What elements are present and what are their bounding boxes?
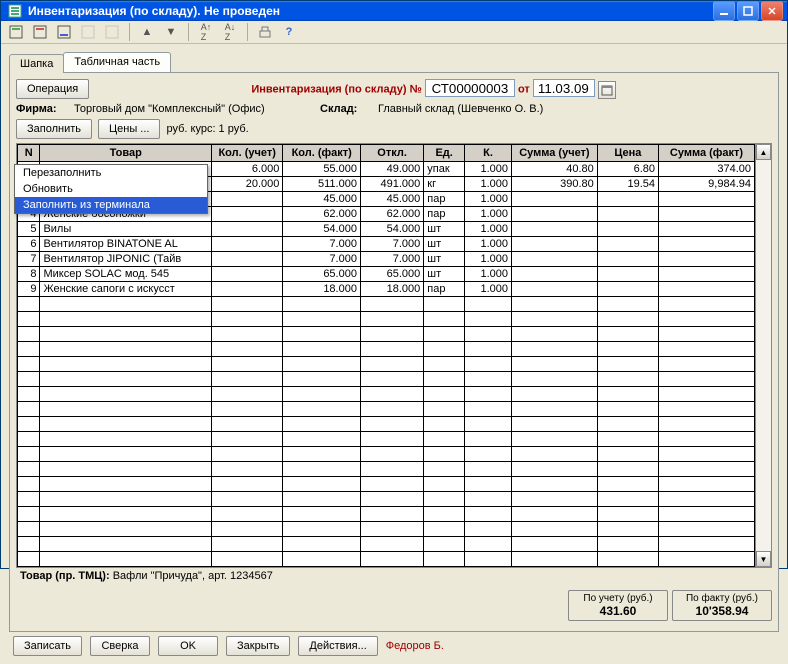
scroll-up-icon: ▲ xyxy=(756,144,771,160)
table-row[interactable] xyxy=(18,312,755,327)
window-title: Инвентаризация (по складу). Не проведен xyxy=(28,4,713,18)
col-header[interactable]: Цена xyxy=(597,145,658,162)
app-icon xyxy=(7,3,23,19)
sklad-label: Склад: xyxy=(320,103,372,115)
footer-item-value: Вафли "Причуда", арт. 1234567 xyxy=(113,570,273,582)
popup-item[interactable]: Обновить xyxy=(15,181,207,197)
tab-header[interactable]: Шапка xyxy=(9,54,64,73)
fill-dropdown: ПерезаполнитьОбновитьЗаполнить из термин… xyxy=(14,164,208,214)
table-row[interactable]: 5Вилы54.00054.000шт1.000 xyxy=(18,222,755,237)
actions-button[interactable]: Действия... xyxy=(298,636,377,656)
firma-label: Фирма: xyxy=(16,103,68,115)
ok-button[interactable]: OK xyxy=(158,636,218,656)
user-name: Федоров Б. xyxy=(386,640,444,652)
table-row[interactable] xyxy=(18,297,755,312)
body-area: Шапка Табличная часть Операция Инвентари… xyxy=(1,44,787,664)
tabs: Шапка Табличная часть xyxy=(9,50,779,72)
table-row[interactable] xyxy=(18,507,755,522)
tab-page: Операция Инвентаризация (по складу) № от… xyxy=(9,72,779,632)
write-button[interactable]: Записать xyxy=(13,636,82,656)
totals: По учету (руб.) 431.60 По факту (руб.) 1… xyxy=(16,590,772,621)
table-row[interactable] xyxy=(18,447,755,462)
table-row[interactable] xyxy=(18,432,755,447)
doc-number-input[interactable] xyxy=(425,79,515,97)
footer-item-label: Товар (пр. ТМЦ): xyxy=(20,570,110,582)
vertical-scrollbar[interactable]: ▲ ▼ xyxy=(755,144,771,567)
col-header[interactable]: Товар xyxy=(40,145,211,162)
rub-kurs: руб. курс: 1 руб. xyxy=(166,123,248,135)
doc-date-input[interactable] xyxy=(533,79,595,97)
table-row[interactable] xyxy=(18,357,755,372)
arrow-down-icon[interactable]: ▼ xyxy=(162,23,180,41)
bottom-bar: Записать Сверка OK Закрыть Действия... Ф… xyxy=(9,632,779,660)
item-footer: Товар (пр. ТМЦ): Вафли "Причуда", арт. 1… xyxy=(16,568,772,586)
total-uchet: По учету (руб.) 431.60 xyxy=(568,590,668,621)
maximize-button[interactable] xyxy=(737,1,759,21)
fill-button[interactable]: Заполнить xyxy=(16,119,92,139)
sort-desc-icon[interactable]: A↓Z xyxy=(221,23,239,41)
close-button[interactable] xyxy=(761,1,783,21)
table-row[interactable] xyxy=(18,537,755,552)
tb-icon-4[interactable] xyxy=(79,23,97,41)
col-header[interactable]: Кол. (учет) xyxy=(211,145,282,162)
tb-icon-1[interactable] xyxy=(7,23,25,41)
table-row[interactable] xyxy=(18,492,755,507)
calendar-icon[interactable] xyxy=(598,81,616,99)
sklad-value: Главный склад (Шевченко О. В.) xyxy=(378,103,543,115)
table-row[interactable] xyxy=(18,462,755,477)
tb-icon-2[interactable] xyxy=(31,23,49,41)
close-dialog-button[interactable]: Закрыть xyxy=(226,636,290,656)
table-row[interactable] xyxy=(18,342,755,357)
table-row[interactable] xyxy=(18,477,755,492)
titlebar: Инвентаризация (по складу). Не проведен xyxy=(1,1,787,21)
operation-button[interactable]: Операция xyxy=(16,79,89,99)
prices-button[interactable]: Цены ... xyxy=(98,119,160,139)
col-header[interactable]: Ед. xyxy=(424,145,465,162)
col-header[interactable]: Сумма (учет) xyxy=(512,145,598,162)
table-row[interactable] xyxy=(18,522,755,537)
table-row[interactable] xyxy=(18,387,755,402)
tb-icon-5[interactable] xyxy=(103,23,121,41)
firma-value: Торговый дом "Комплексный" (Офис) xyxy=(74,103,314,115)
total-fact: По факту (руб.) 10'358.94 xyxy=(672,590,772,621)
sort-asc-icon[interactable]: A↑Z xyxy=(197,23,215,41)
table-row[interactable]: 6Вентилятор BINATONE AL7.0007.000шт1.000 xyxy=(18,237,755,252)
doc-title: Инвентаризация (по складу) № xyxy=(251,84,422,96)
col-header[interactable]: Кол. (факт) xyxy=(283,145,361,162)
col-header[interactable]: Откл. xyxy=(360,145,423,162)
col-header[interactable]: К. xyxy=(465,145,512,162)
table-row[interactable]: 9Женские сапоги с искусст18.00018.000пар… xyxy=(18,282,755,297)
table-row[interactable] xyxy=(18,402,755,417)
tb-icon-9[interactable] xyxy=(256,23,274,41)
toolbar: ▲ ▼ A↑Z A↓Z ? xyxy=(1,21,787,44)
popup-item[interactable]: Перезаполнить xyxy=(15,165,207,181)
table-row[interactable]: 8Миксер SOLAC мод. 54565.00065.000шт1.00… xyxy=(18,267,755,282)
table-row[interactable] xyxy=(18,417,755,432)
table-row[interactable]: 7Вентилятор JIPONIC (Тайв7.0007.000шт1.0… xyxy=(18,252,755,267)
table-row[interactable] xyxy=(18,552,755,567)
popup-item[interactable]: Заполнить из терминала xyxy=(15,197,207,213)
reconcile-button[interactable]: Сверка xyxy=(90,636,150,656)
minimize-button[interactable] xyxy=(713,1,735,21)
col-header[interactable]: N xyxy=(18,145,40,162)
ot-label: от xyxy=(518,84,530,96)
scroll-down-icon: ▼ xyxy=(756,551,771,567)
col-header[interactable]: Сумма (факт) xyxy=(659,145,755,162)
arrow-up-icon[interactable]: ▲ xyxy=(138,23,156,41)
help-icon[interactable]: ? xyxy=(280,23,298,41)
tb-icon-3[interactable] xyxy=(55,23,73,41)
tab-table-part[interactable]: Табличная часть xyxy=(63,52,171,72)
table-row[interactable] xyxy=(18,372,755,387)
table-row[interactable] xyxy=(18,327,755,342)
app-window: Инвентаризация (по складу). Не проведен … xyxy=(0,0,788,569)
